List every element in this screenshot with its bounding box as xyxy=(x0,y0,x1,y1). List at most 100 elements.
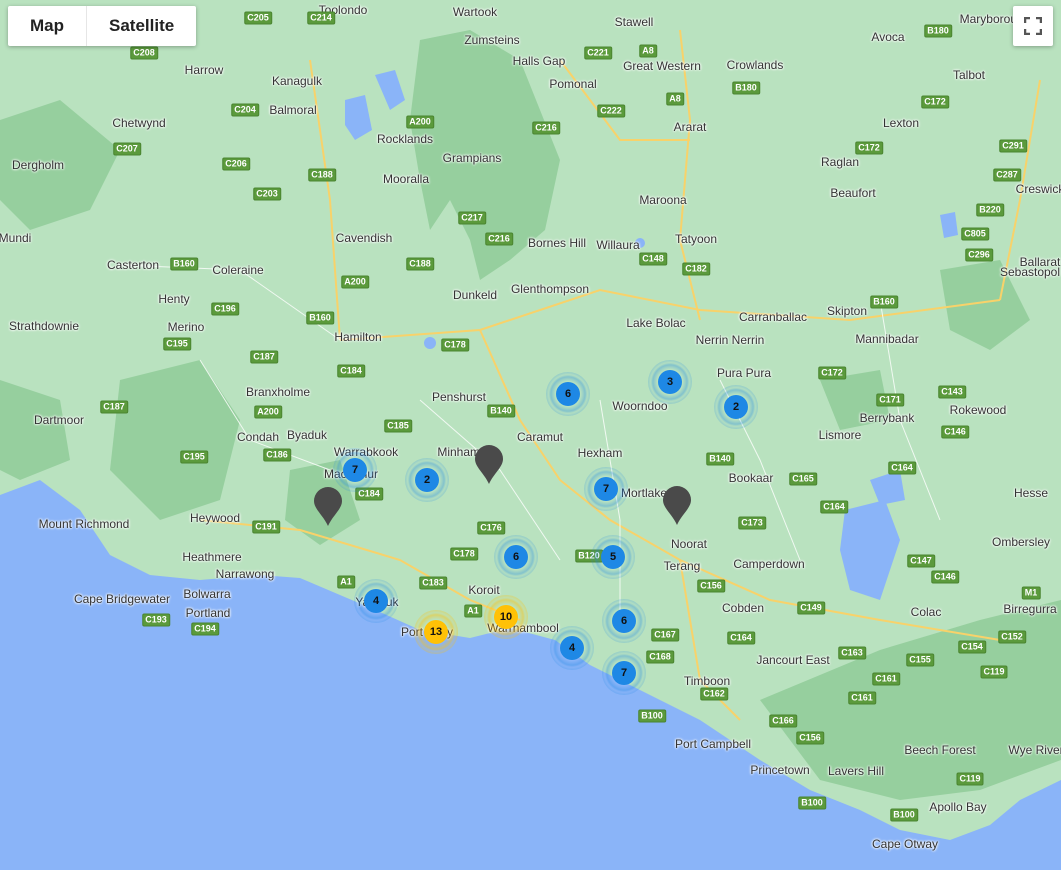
place-label: Condah xyxy=(236,430,280,444)
road-shield: C221 xyxy=(584,46,612,60)
cluster-count: 4 xyxy=(364,589,388,613)
marker-cluster[interactable]: 7 xyxy=(602,651,646,695)
place-label: Cavendish xyxy=(335,231,393,245)
place-label: Berrybank xyxy=(859,411,915,425)
marker-cluster[interactable]: 2 xyxy=(714,385,758,429)
road-shield: C205 xyxy=(244,11,272,25)
road-shield: C147 xyxy=(907,554,935,568)
road-shield: C172 xyxy=(855,141,883,155)
road-shield: C161 xyxy=(848,691,876,705)
road-shield: C203 xyxy=(253,187,281,201)
road-shield: C194 xyxy=(191,622,219,636)
place-label: Beaufort xyxy=(830,186,876,200)
place-label: Tatyoon xyxy=(674,232,718,246)
marker-cluster[interactable]: 10 xyxy=(484,595,528,639)
marker-cluster[interactable]: 7 xyxy=(333,448,377,492)
location-pin-icon[interactable] xyxy=(313,487,343,532)
place-label: Terang xyxy=(663,559,701,573)
place-label: Skipton xyxy=(826,304,868,318)
road-shield: B180 xyxy=(924,24,952,38)
road-shield: C187 xyxy=(100,400,128,414)
road-shield: C163 xyxy=(838,646,866,660)
place-label: Mount Richmond xyxy=(38,517,130,531)
place-label: Cape Bridgewater xyxy=(73,592,171,606)
road-shield: C156 xyxy=(697,579,725,593)
place-label: Pura Pura xyxy=(716,366,772,380)
location-pin-icon[interactable] xyxy=(662,486,692,531)
cluster-count: 3 xyxy=(658,370,682,394)
place-label: Cape Otway xyxy=(871,837,939,851)
road-shield: B100 xyxy=(890,808,918,822)
place-label: Crowlands xyxy=(726,58,784,72)
road-shield: C176 xyxy=(477,521,505,535)
road-shield: A8 xyxy=(639,44,657,58)
road-shield: C146 xyxy=(931,570,959,584)
place-label: Branxholme xyxy=(245,385,311,399)
marker-cluster[interactable]: 6 xyxy=(546,372,590,416)
road-shield: C193 xyxy=(142,613,170,627)
road-shield: B100 xyxy=(798,796,826,810)
road-shield: B140 xyxy=(706,452,734,466)
marker-cluster[interactable]: 6 xyxy=(494,535,538,579)
road-shield: C204 xyxy=(231,103,259,117)
road-shield: C167 xyxy=(651,628,679,642)
place-label: Lismore xyxy=(818,428,862,442)
road-shield: C178 xyxy=(441,338,469,352)
location-pin-icon[interactable] xyxy=(474,445,504,490)
road-shield: C171 xyxy=(876,393,904,407)
road-shield: C166 xyxy=(769,714,797,728)
place-label: Heathmere xyxy=(182,550,242,564)
fullscreen-icon xyxy=(1024,17,1042,35)
map-canvas[interactable]: Toolondo Wartook Stawell Maryborough Zumstei… xyxy=(0,0,1061,870)
place-label: Rocklands xyxy=(376,132,434,146)
cluster-count: 6 xyxy=(504,545,528,569)
place-label: Zumsteins xyxy=(464,33,520,47)
road-shield: C173 xyxy=(738,516,766,530)
place-label: Willaura xyxy=(596,238,640,252)
marker-cluster[interactable]: 4 xyxy=(550,626,594,670)
road-shield: C216 xyxy=(532,121,560,135)
place-label: Grampians xyxy=(442,151,502,165)
cluster-count: 6 xyxy=(612,609,636,633)
road-shield: C206 xyxy=(222,157,250,171)
place-label: Mooralla xyxy=(382,172,430,186)
place-label: Creswick xyxy=(1015,182,1061,196)
road-shield: C164 xyxy=(820,500,848,514)
cluster-count: 5 xyxy=(601,545,625,569)
marker-cluster[interactable]: 4 xyxy=(354,579,398,623)
place-label: Henty xyxy=(158,292,190,306)
road-shield: B220 xyxy=(976,203,1004,217)
road-shield: C183 xyxy=(419,576,447,590)
map-type-map-button[interactable]: Map xyxy=(8,6,86,46)
place-label: Nerrin Nerrin xyxy=(695,333,765,347)
map-type-satellite-button[interactable]: Satellite xyxy=(86,6,196,46)
road-shield: A1 xyxy=(464,604,482,618)
marker-cluster[interactable]: 13 xyxy=(414,610,458,654)
cluster-count: 6 xyxy=(556,382,580,406)
place-label: Glenthompson xyxy=(510,282,590,296)
place-label: Wye River xyxy=(1008,743,1061,757)
marker-cluster[interactable]: 5 xyxy=(591,535,635,579)
road-shield: C164 xyxy=(888,461,916,475)
road-shield: C207 xyxy=(113,142,141,156)
marker-cluster[interactable]: 6 xyxy=(602,599,646,643)
road-shield: C168 xyxy=(646,650,674,664)
road-shield: M1 xyxy=(1021,586,1041,600)
place-label: Maroona xyxy=(639,193,687,207)
road-shield: C156 xyxy=(796,731,824,745)
road-shield: B160 xyxy=(870,295,898,309)
road-shield: C216 xyxy=(485,232,513,246)
place-label: Cobden xyxy=(721,601,765,615)
marker-cluster[interactable]: 7 xyxy=(584,467,628,511)
marker-cluster[interactable]: 3 xyxy=(648,360,692,404)
place-label: Strathdownie xyxy=(8,319,80,333)
place-label: Balmoral xyxy=(269,103,317,117)
cluster-count: 7 xyxy=(594,477,618,501)
place-label: Ararat xyxy=(673,120,707,134)
place-label: Bornes Hill xyxy=(527,236,587,250)
place-label: Lavers Hill xyxy=(827,764,885,778)
marker-cluster[interactable]: 2 xyxy=(405,458,449,502)
road-shield: B180 xyxy=(732,81,760,95)
road-shield: C162 xyxy=(700,687,728,701)
fullscreen-button[interactable] xyxy=(1013,6,1053,46)
